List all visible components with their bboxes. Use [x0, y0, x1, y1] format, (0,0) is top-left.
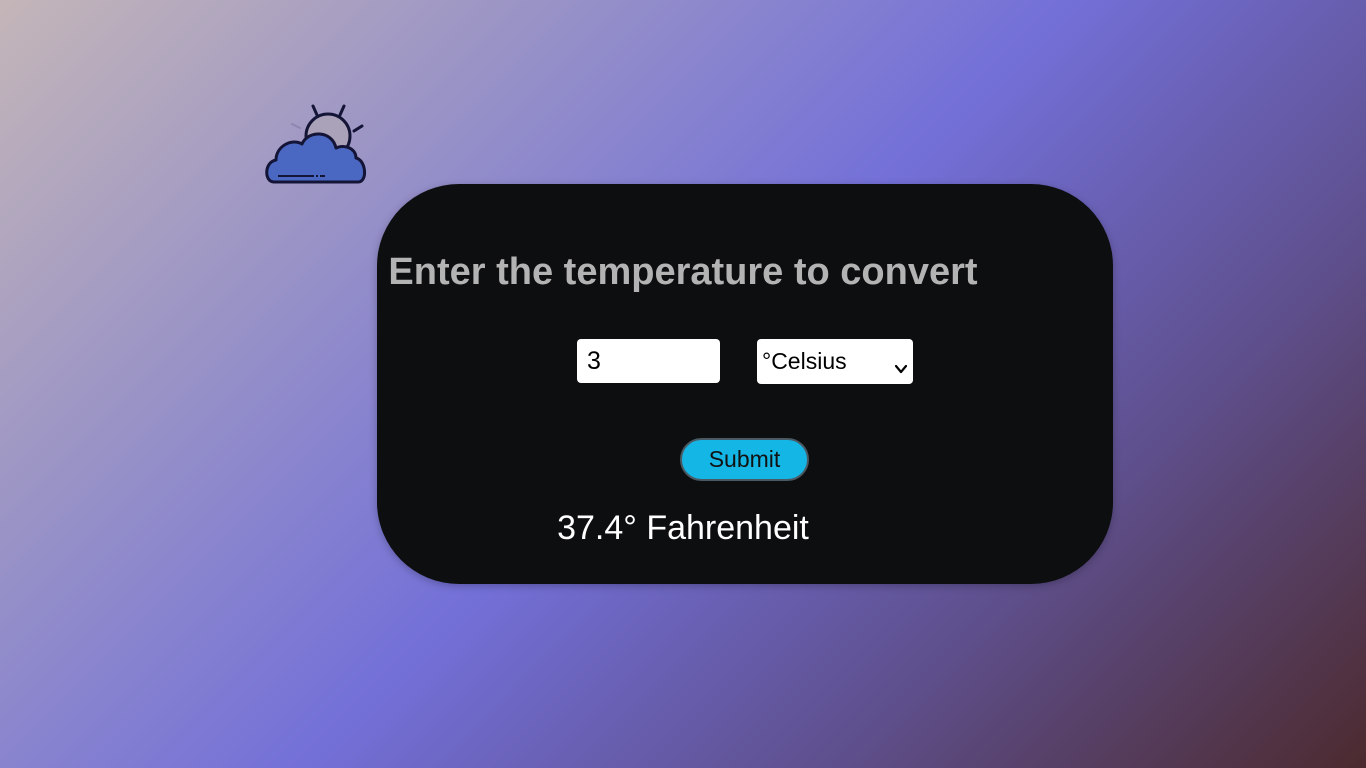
unit-select-value: °Celsius [762, 348, 847, 374]
converter-title: Enter the temperature to convert [388, 251, 978, 293]
conversion-result: 37.4° Fahrenheit [557, 509, 809, 547]
cloud-sun-icon [262, 102, 370, 186]
unit-select[interactable]: °Celsius [757, 339, 913, 384]
temperature-input[interactable] [577, 339, 720, 383]
chevron-down-icon [894, 355, 908, 373]
submit-button[interactable]: Submit [680, 438, 809, 481]
